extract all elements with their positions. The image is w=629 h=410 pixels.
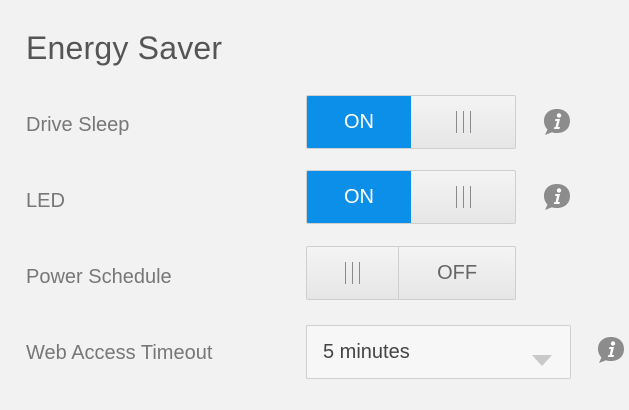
info-icon[interactable] [542,182,572,212]
power-schedule-grip-segment[interactable] [307,247,399,299]
power-schedule-toggle[interactable]: OFF [306,246,516,300]
page-title: Energy Saver [26,30,223,66]
led-toggle[interactable]: ON [306,170,516,224]
power-schedule-label: Power Schedule [26,266,172,288]
web-access-timeout-select[interactable]: 5 minutes [306,325,571,379]
drive-sleep-grip-segment[interactable] [411,96,515,148]
led-on-segment[interactable]: ON [307,171,411,223]
drive-sleep-label: Drive Sleep [26,114,130,136]
led-grip-segment[interactable] [411,171,515,223]
chevron-down-icon [532,355,552,366]
web-access-timeout-label: Web Access Timeout [26,342,213,364]
select-value: 5 minutes [323,341,410,363]
energy-saver-panel: Energy Saver Drive Sleep ON LED ON Power… [0,0,629,410]
info-icon[interactable] [596,335,626,365]
drive-sleep-on-segment[interactable]: ON [307,96,411,148]
drive-sleep-toggle[interactable]: ON [306,95,516,149]
info-icon[interactable] [542,107,572,137]
grip-icon [345,262,361,284]
grip-icon [455,111,471,133]
grip-icon [455,186,471,208]
power-schedule-off-segment[interactable]: OFF [398,247,515,299]
led-label: LED [26,190,65,212]
